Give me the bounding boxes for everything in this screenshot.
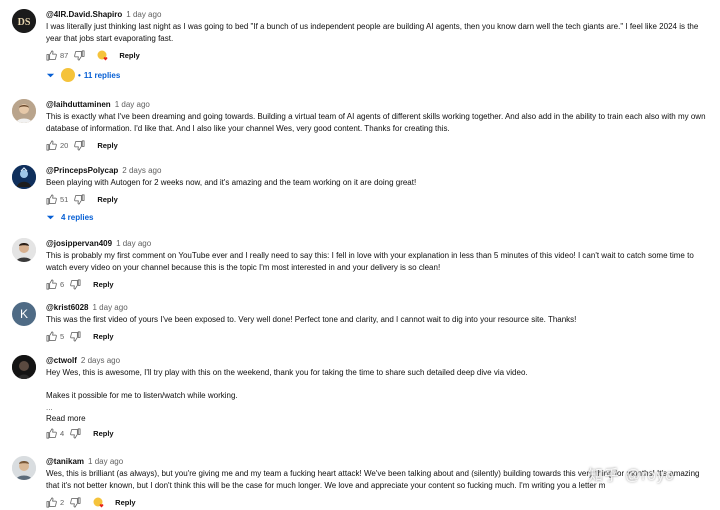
comment-time[interactable]: 1 day ago — [93, 303, 128, 312]
comment-time[interactable]: 1 day ago — [126, 10, 161, 19]
creator-heart — [93, 497, 105, 508]
thumb-up-icon[interactable] — [46, 140, 57, 151]
comment-time[interactable]: 1 day ago — [88, 457, 123, 466]
comment-text: This is probably my first comment on You… — [46, 251, 694, 272]
thumb-down-icon[interactable] — [70, 428, 81, 439]
comment-text: This was the first video of yours I've b… — [46, 315, 577, 324]
reply-button[interactable]: Reply — [93, 332, 113, 341]
thumb-down-icon[interactable] — [74, 50, 85, 61]
comment-author[interactable]: @tanikam — [46, 457, 84, 466]
comment-author[interactable]: @4IR.David.Shapiro — [46, 10, 122, 19]
view-replies-button[interactable]: 4 replies — [46, 213, 714, 222]
read-more-button[interactable]: Read more — [46, 414, 714, 423]
view-replies-button[interactable]: • 11 replies — [46, 68, 714, 82]
like-count: 6 — [60, 279, 65, 289]
comment-text-paragraph: Makes it possible for me to listen/watch… — [46, 391, 238, 400]
comment-ellipsis: ... — [46, 403, 53, 412]
reply-button[interactable]: Reply — [97, 195, 117, 204]
reply-button[interactable]: Reply — [97, 141, 117, 150]
avatar[interactable] — [12, 456, 36, 480]
like-count: 5 — [60, 331, 65, 341]
thumb-up-icon[interactable] — [46, 50, 57, 61]
comment-author[interactable]: @josippervan409 — [46, 239, 112, 248]
thumb-down-icon[interactable] — [74, 140, 85, 151]
thumb-up-icon[interactable] — [46, 194, 57, 205]
replies-count: 4 replies — [61, 213, 94, 222]
comment-actions: 20 Reply — [46, 138, 714, 152]
avatar[interactable] — [12, 165, 36, 189]
reply-button[interactable]: Reply — [115, 498, 135, 507]
avatar[interactable]: K — [12, 302, 36, 326]
comment-actions: 87 Reply — [46, 48, 714, 62]
thumb-down-icon[interactable] — [74, 194, 85, 205]
thumb-up-icon[interactable] — [46, 331, 57, 342]
replies-count: 11 replies — [83, 70, 121, 80]
comment-author[interactable]: @PrincepsPolycap — [46, 166, 118, 175]
like-count: 2 — [60, 497, 65, 507]
like-count: 20 — [60, 140, 69, 150]
creator-heart — [97, 50, 109, 61]
comment-actions: 51 Reply — [46, 192, 714, 206]
thumb-up-icon[interactable] — [46, 428, 57, 439]
chevron-down-icon — [46, 71, 55, 80]
reply-button[interactable]: Reply — [93, 429, 113, 438]
comment-time[interactable]: 1 day ago — [115, 100, 150, 109]
watermark: 知乎 @royo — [588, 467, 675, 484]
comment-actions: 4 Reply — [46, 426, 714, 440]
thumb-down-icon[interactable] — [70, 279, 81, 290]
chevron-down-icon — [46, 213, 55, 222]
avatar[interactable] — [12, 238, 36, 262]
like-count: 51 — [60, 194, 69, 204]
avatar[interactable] — [12, 355, 36, 379]
comment-author[interactable]: @ctwolf — [46, 356, 77, 365]
creator-avatar-small — [61, 68, 75, 82]
thumb-up-icon[interactable] — [46, 279, 57, 290]
comment-author[interactable]: @krist6028 — [46, 303, 89, 312]
reply-button[interactable]: Reply — [93, 280, 113, 289]
comment-actions: 6 Reply — [46, 277, 714, 291]
comment-actions: 2 Reply — [46, 495, 714, 509]
comment-time[interactable]: 2 days ago — [122, 166, 161, 175]
comment-time[interactable]: 1 day ago — [116, 239, 151, 248]
comment-text: Hey Wes, this is awesome, I'll try play … — [46, 368, 528, 377]
avatar-letter: K — [19, 307, 28, 321]
comment-text: I was literally just thinking last night… — [46, 22, 699, 43]
thumb-up-icon[interactable] — [46, 497, 57, 508]
dot-separator: • — [78, 70, 81, 80]
avatar[interactable]: DS — [12, 9, 36, 33]
comment-text: Been playing with Autogen for 2 weeks no… — [46, 178, 417, 187]
comment-author[interactable]: @laihduttaminen — [46, 100, 111, 109]
like-count: 4 — [60, 428, 65, 438]
thumb-down-icon[interactable] — [70, 497, 81, 508]
svg-text:DS: DS — [18, 17, 31, 28]
avatar[interactable] — [12, 99, 36, 123]
heart-icon — [103, 56, 108, 60]
reply-button[interactable]: Reply — [119, 51, 139, 60]
like-count: 87 — [60, 50, 69, 60]
comment-text: This is exactly what I've been dreaming … — [46, 112, 706, 133]
comment-time[interactable]: 2 days ago — [81, 356, 120, 365]
heart-icon — [99, 503, 104, 507]
comment-actions: 5 Reply — [46, 329, 714, 343]
thumb-down-icon[interactable] — [70, 331, 81, 342]
